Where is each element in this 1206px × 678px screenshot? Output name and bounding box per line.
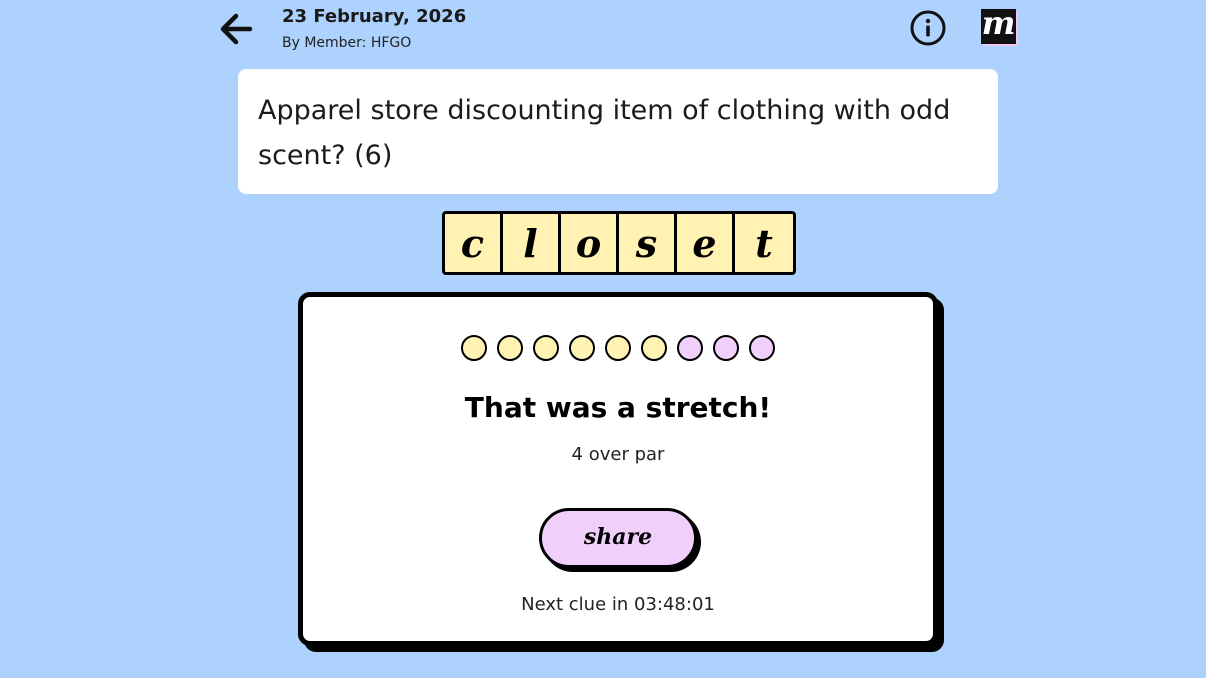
guess-dot-used <box>569 335 595 361</box>
clue-card: Apparel store discounting item of clothi… <box>238 69 998 194</box>
guess-dot-used <box>641 335 667 361</box>
answer-letter-tile: t <box>755 220 773 266</box>
answer-letter-tile: s <box>619 214 677 272</box>
logo-glyph: m <box>981 4 1016 42</box>
arrow-left-icon <box>220 13 253 45</box>
clue-text: Apparel store discounting item of clothi… <box>258 95 951 171</box>
guess-dot-used <box>497 335 523 361</box>
guess-dot-remaining <box>677 335 703 361</box>
answer-letter-tile: l <box>503 214 561 272</box>
info-icon <box>910 10 946 46</box>
result-title: That was a stretch! <box>464 391 772 424</box>
answer-tiles: closet <box>442 211 796 275</box>
back-button[interactable] <box>216 9 256 49</box>
puzzle-date: 23 February, 2026 <box>282 6 467 27</box>
guess-dot-used <box>533 335 559 361</box>
guess-dot-used <box>461 335 487 361</box>
result-card: That was a stretch! 4 over par share Nex… <box>298 292 938 646</box>
next-clue-timer: Next clue in 03:48:01 <box>521 594 715 615</box>
brand-logo[interactable]: m <box>981 4 1016 44</box>
answer-letter-tile: c <box>445 214 503 272</box>
puzzle-author: By Member: HFGO <box>282 35 412 51</box>
info-button[interactable] <box>909 9 947 47</box>
par-score: 4 over par <box>571 444 665 465</box>
guess-dot-remaining <box>749 335 775 361</box>
guess-dots <box>303 335 933 361</box>
answer-letter-tile: e <box>677 214 735 272</box>
answer-letter-tile: o <box>561 214 619 272</box>
guess-dot-remaining <box>713 335 739 361</box>
share-button[interactable]: share <box>539 508 697 568</box>
guess-dot-used <box>605 335 631 361</box>
